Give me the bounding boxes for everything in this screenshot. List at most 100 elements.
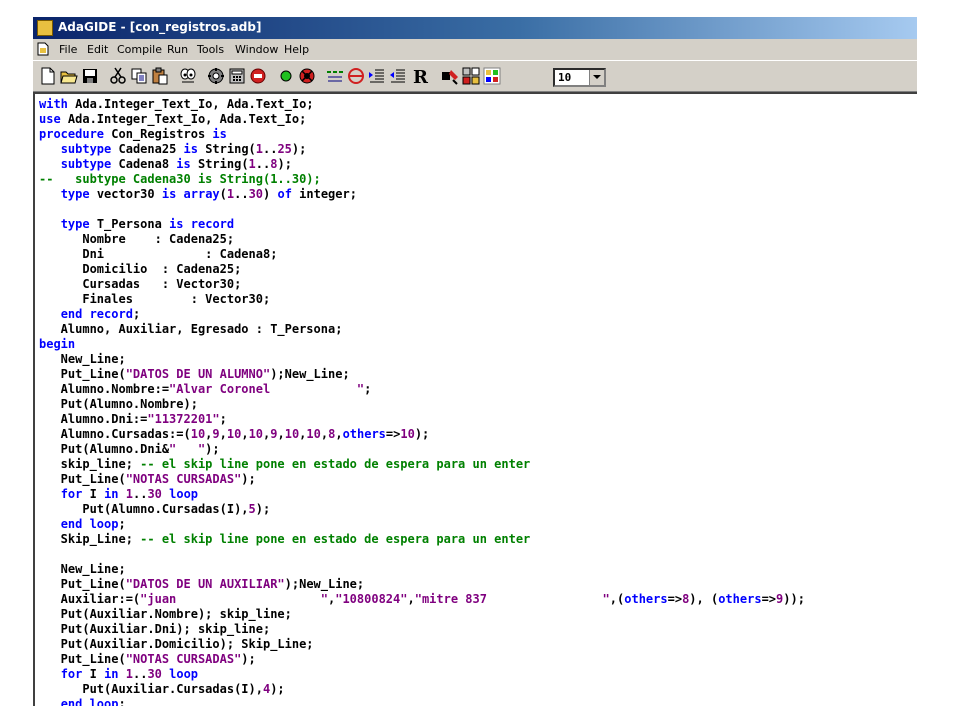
code-line[interactable]: Nombre : Cadena25; (39, 232, 805, 247)
menu-compile[interactable]: Compile (117, 43, 162, 56)
code-token: ; (118, 697, 126, 706)
tools-icon[interactable] (441, 67, 459, 85)
code-token: "10800824" (335, 592, 408, 606)
code-line[interactable]: end loop; (39, 697, 805, 706)
code-token: 1 (248, 157, 256, 171)
code-line[interactable]: end loop; (39, 517, 805, 532)
open-folder-icon[interactable] (60, 67, 78, 85)
code-line[interactable]: New_Line; (39, 562, 805, 577)
debug-icon[interactable] (298, 67, 316, 85)
code-line[interactable] (39, 547, 805, 562)
code-token: ); (255, 502, 271, 516)
paste-icon[interactable] (151, 67, 169, 85)
calculator-icon[interactable] (228, 67, 246, 85)
code-line[interactable]: Put_Line("DATOS DE UN ALUMNO");New_Line; (39, 367, 805, 382)
code-line[interactable]: with Ada.Integer_Text_Io, Ada.Text_Io; (39, 97, 805, 112)
menu-window[interactable]: Window (235, 43, 278, 56)
code-token: T_Persona (89, 217, 170, 231)
indent-icon[interactable] (368, 67, 386, 85)
code-line[interactable]: end record; (39, 307, 805, 322)
ada95-app-icon[interactable] (37, 20, 53, 36)
code-line[interactable]: Put(Auxiliar.Cursadas(I),4); (39, 682, 805, 697)
gear-icon[interactable] (207, 67, 225, 85)
font-size-dropdown-button[interactable] (589, 70, 604, 85)
code-line[interactable]: subtype Cadena25 is String(1..25); (39, 142, 805, 157)
code-line[interactable]: Put_Line("DATOS DE UN AUXILIAR");New_Lin… (39, 577, 805, 592)
code-line[interactable]: Domicilio : Cadena25; (39, 262, 805, 277)
code-line[interactable]: Cursadas : Vector30; (39, 277, 805, 292)
reformat-label: R (413, 67, 429, 85)
code-line[interactable]: Alumno.Cursadas:=(10,9,10,10,9,10,10,8,o… (39, 427, 805, 442)
code-token: Alumno, Auxiliar, Egresado : T_Persona; (39, 322, 343, 336)
code-line[interactable]: begin (39, 337, 805, 352)
stop-icon[interactable] (249, 67, 267, 85)
code-line[interactable]: skip_line; -- el skip line pone en estad… (39, 457, 805, 472)
menu-file[interactable]: File (59, 43, 77, 56)
code-line[interactable]: Put(Auxiliar.Dni); skip_line; (39, 622, 805, 637)
uncomment-icon[interactable] (347, 67, 365, 85)
code-line[interactable]: Put(Alumno.Dni&" "); (39, 442, 805, 457)
bookmark-icon[interactable] (483, 67, 501, 85)
code-line[interactable]: subtype Cadena8 is String(1..8); (39, 157, 805, 172)
code-token: end loop (60, 697, 119, 706)
code-line[interactable]: Put(Alumno.Cursadas(I),5); (39, 502, 805, 517)
code-area[interactable]: with Ada.Integer_Text_Io, Ada.Text_Io; us… (39, 97, 805, 706)
code-line[interactable]: Put(Auxiliar.Nombre); skip_line; (39, 607, 805, 622)
code-token: String( (190, 157, 249, 171)
document-icon[interactable] (37, 42, 49, 56)
code-line[interactable]: Skip_Line; -- el skip line pone en estad… (39, 532, 805, 547)
menu-help[interactable]: Help (284, 43, 309, 56)
menu-tools[interactable]: Tools (197, 43, 224, 56)
code-line[interactable]: Put_Line("NOTAS CURSADAS"); (39, 472, 805, 487)
code-editor[interactable]: with Ada.Integer_Text_Io, Ada.Text_Io; us… (33, 92, 917, 706)
code-token: Put_Line( (39, 577, 126, 591)
cut-icon[interactable] (109, 67, 127, 85)
spell-icon[interactable] (179, 67, 197, 85)
title-bar[interactable]: AdaGIDE - [con_registros.adb] (33, 17, 917, 39)
code-line[interactable]: Finales : Vector30; (39, 292, 805, 307)
code-line[interactable] (39, 202, 805, 217)
code-token: subtype (60, 157, 112, 171)
new-file-icon[interactable] (39, 67, 57, 85)
font-size-select[interactable]: 10 (553, 68, 606, 87)
save-icon[interactable] (81, 67, 99, 85)
code-line[interactable]: Alumno.Dni:="11372201"; (39, 412, 805, 427)
code-line[interactable]: Auxiliar:=("juan ","10800824","mitre 837… (39, 592, 805, 607)
code-line[interactable]: for I in 1..30 loop (39, 487, 805, 502)
code-token: Put(Auxiliar.Nombre); skip_line; (39, 607, 292, 621)
code-line[interactable]: Put(Auxiliar.Domicilio); Skip_Line; (39, 637, 805, 652)
code-line[interactable]: Alumno.Nombre:="Alvar Coronel "; (39, 382, 805, 397)
code-token: .. (234, 187, 249, 201)
cards-icon[interactable] (462, 67, 480, 85)
code-line[interactable]: Alumno, Auxiliar, Egresado : T_Persona; (39, 322, 805, 337)
code-line[interactable]: type T_Persona is record (39, 217, 805, 232)
code-token: , (277, 427, 285, 441)
code-token: is (176, 157, 191, 171)
code-line[interactable]: Put(Alumno.Nombre); (39, 397, 805, 412)
comment-icon[interactable] (326, 67, 344, 85)
code-line[interactable]: New_Line; (39, 352, 805, 367)
code-line[interactable]: use Ada.Integer_Text_Io, Ada.Text_Io; (39, 112, 805, 127)
code-token: begin (39, 337, 76, 351)
reformat-icon[interactable]: R (411, 67, 433, 85)
code-line[interactable]: type vector30 is array(1..30) of integer… (39, 187, 805, 202)
menu-run[interactable]: Run (167, 43, 188, 56)
code-token: Put_Line( (39, 472, 126, 486)
outdent-icon[interactable] (389, 67, 407, 85)
window-title: AdaGIDE - [con_registros.adb] (58, 20, 262, 34)
code-token: -- subtype Cadena30 is String(1..30); (39, 172, 321, 186)
copy-icon[interactable] (130, 67, 148, 85)
code-line[interactable]: Dni : Cadena8; (39, 247, 805, 262)
code-line[interactable]: procedure Con_Registros is (39, 127, 805, 142)
code-token: use (39, 112, 61, 126)
menu-edit[interactable]: Edit (87, 43, 108, 56)
run-icon[interactable] (277, 67, 295, 85)
code-token: 10 (306, 427, 321, 441)
code-line[interactable]: for I in 1..30 loop (39, 667, 805, 682)
code-line[interactable]: -- subtype Cadena30 is String(1..30); (39, 172, 805, 187)
code-line[interactable]: Put_Line("NOTAS CURSADAS"); (39, 652, 805, 667)
